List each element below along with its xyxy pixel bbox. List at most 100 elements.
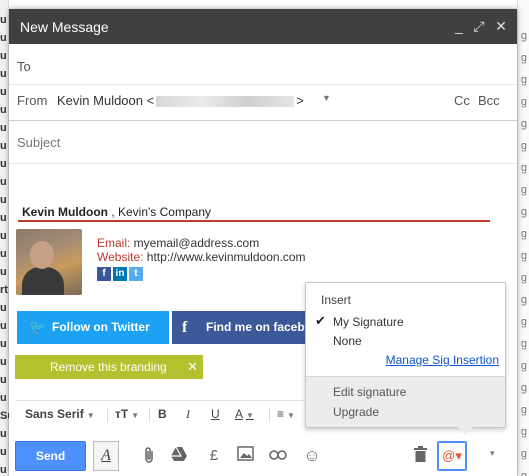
menu-pointer	[456, 426, 474, 435]
signature-avatar	[16, 229, 82, 295]
cc-link[interactable]: Cc	[454, 93, 470, 108]
background-row-letter: u	[0, 338, 7, 350]
formatting-toolbar: Sans Serif ▼ тT ▼ B I U A ▼ ≡ ▼	[15, 400, 305, 428]
align-icon: ≡	[277, 407, 285, 421]
background-row-letter: u	[0, 68, 7, 80]
background-row-letter: u	[0, 14, 7, 26]
background-row-letter: g	[520, 52, 527, 64]
background-row-letter: g	[520, 74, 527, 86]
background-row-letter: g	[520, 470, 527, 476]
compose-title: New Message	[20, 19, 109, 35]
signature-menu-button[interactable]: @▾	[437, 441, 467, 471]
signature-name: Kevin Muldoon	[22, 205, 108, 219]
background-row-letter: u	[0, 104, 7, 116]
background-row-letter: g	[520, 316, 527, 328]
underline-button[interactable]: U	[211, 407, 220, 421]
background-row-letter: g	[520, 96, 527, 108]
popout-icon[interactable]: ⤢	[470, 17, 488, 35]
background-row-letter: u	[0, 428, 7, 440]
formatting-options-icon[interactable]: A	[93, 441, 119, 471]
find-facebook-button[interactable]: f Find me on facebook	[172, 311, 307, 344]
link-icon[interactable]	[268, 446, 288, 466]
background-row-letter: u	[0, 32, 7, 44]
subject-placeholder: Subject	[17, 135, 61, 150]
background-row-letter: u	[0, 122, 7, 134]
menu-item-edit-signature[interactable]: Edit signature	[333, 385, 406, 399]
background-row-letter: g	[520, 382, 527, 394]
more-options-icon[interactable]: ▾	[490, 448, 495, 459]
text-color-button[interactable]: A ▼	[235, 407, 254, 421]
redacted-email	[156, 96, 295, 108]
bold-button[interactable]: B	[158, 407, 167, 421]
background-row-letter: u	[0, 86, 7, 98]
background-row-letter: u	[0, 176, 7, 188]
from-address[interactable]: Kevin Muldoon < >	[57, 93, 304, 108]
background-row-letter: g	[520, 338, 527, 350]
menu-item-my-signature[interactable]: My Signature	[333, 315, 404, 329]
compose-titlebar[interactable]: New Message _ ⤢ ✕	[9, 9, 517, 44]
background-row-letter: u	[0, 194, 7, 206]
email-value[interactable]: myemail@address.com	[130, 236, 260, 250]
facebook-icon[interactable]: f	[97, 267, 111, 281]
branding-close-icon[interactable]: ✕	[187, 355, 198, 379]
from-label: From	[17, 93, 48, 108]
remove-branding-button[interactable]: Remove this branding ✕	[15, 355, 203, 379]
menu-item-none[interactable]: None	[333, 334, 362, 348]
background-row-letter: g	[520, 294, 527, 306]
bcc-link[interactable]: Bcc	[478, 93, 500, 108]
twitter-bird-icon: 🐦	[29, 319, 47, 335]
compose-bottom-bar: Send A £ ☺ @▾ ▾	[9, 436, 517, 476]
background-row-letter: u	[0, 158, 7, 170]
background-row-letter: g	[520, 272, 527, 284]
align-button[interactable]: ≡ ▼	[277, 407, 295, 421]
twitter-icon[interactable]: t	[129, 267, 143, 281]
background-row-letter: g	[520, 30, 527, 42]
font-size-select[interactable]: тT ▼	[115, 407, 139, 421]
from-name: Kevin Muldoon <	[57, 93, 155, 108]
background-row-letter: u	[0, 212, 7, 224]
trash-icon[interactable]	[410, 446, 430, 466]
remove-branding-label: Remove this branding	[50, 360, 167, 374]
signature-divider	[18, 220, 490, 222]
toolbar-separator	[269, 408, 270, 422]
find-facebook-label: Find me on facebook	[206, 320, 307, 334]
toolbar-separator	[149, 408, 150, 422]
italic-button[interactable]: I	[186, 407, 190, 422]
social-icons: f in t	[97, 267, 145, 282]
background-row-letter: u	[0, 320, 7, 332]
background-row-letter: u	[0, 302, 7, 314]
follow-twitter-button[interactable]: 🐦 Follow on Twitter	[17, 311, 169, 344]
background-row-letter: g	[520, 448, 527, 460]
minimize-icon[interactable]: _	[450, 17, 468, 35]
follow-twitter-label: Follow on Twitter	[52, 320, 150, 334]
linkedin-icon[interactable]: in	[113, 267, 127, 281]
subject-field[interactable]: Subject	[9, 121, 517, 164]
manage-sig-insertion-link[interactable]: Manage Sig Insertion	[386, 353, 499, 367]
background-row-letter: rt	[0, 284, 8, 296]
facebook-f-icon: f	[182, 319, 188, 336]
send-button[interactable]: Send	[15, 441, 86, 471]
background-row-letter: u	[0, 464, 7, 476]
menu-item-upgrade[interactable]: Upgrade	[333, 405, 379, 419]
avatar-face	[30, 241, 54, 269]
avatar-shirt	[22, 267, 64, 295]
signature-name-line: Kevin Muldoon , Kevin's Company	[22, 205, 211, 219]
background-row-letter: u	[0, 356, 7, 368]
font-family-select[interactable]: Sans Serif ▼	[25, 407, 95, 421]
emoji-icon[interactable]: ☺	[302, 446, 322, 466]
close-icon[interactable]: ✕	[492, 17, 510, 35]
from-dropdown-icon[interactable]: ▼	[322, 93, 331, 103]
attach-icon[interactable]	[139, 446, 159, 466]
background-row-letter: u	[0, 446, 7, 458]
background-sidebar-edge: ggggggggggggggggggggg	[517, 0, 529, 476]
website-label: Website:	[97, 250, 144, 264]
font-size-icon: тT	[115, 407, 129, 421]
money-icon[interactable]: £	[204, 446, 224, 466]
to-field[interactable]: To	[9, 44, 517, 85]
toolbar-separator	[107, 408, 108, 422]
background-row-letter: g	[520, 184, 527, 196]
website-value[interactable]: http://www.kevinmuldoon.com	[143, 250, 306, 264]
background-row-letter: u	[0, 248, 7, 260]
photo-icon[interactable]	[235, 446, 255, 466]
drive-icon[interactable]	[169, 446, 189, 466]
